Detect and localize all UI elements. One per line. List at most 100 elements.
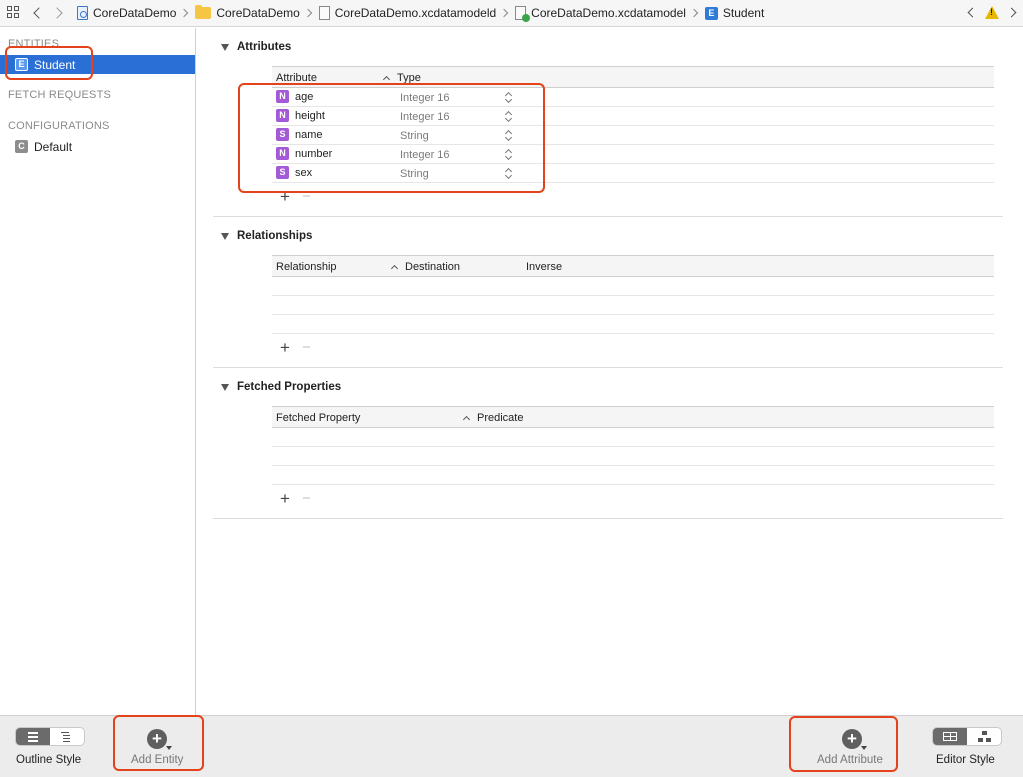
sidebar-item-default[interactable]: C Default: [0, 137, 195, 156]
relationships-table: Relationship Destination Inverse: [272, 255, 994, 334]
fetched-properties-table: Fetched Property Predicate: [272, 406, 994, 485]
attribute-type[interactable]: Integer 16: [400, 92, 450, 104]
remove-attribute-minus-icon[interactable]: −: [302, 189, 311, 204]
attributes-table: Attribute Type Nage Integer 16 Nheight I…: [272, 66, 994, 183]
section-divider: [213, 367, 1003, 368]
breadcrumb-model-bundle[interactable]: CoreDataDemo.xcdatamodeld: [318, 6, 509, 20]
forward-arrow-icon[interactable]: [53, 6, 65, 20]
back-arrow-icon[interactable]: [31, 6, 43, 20]
column-header-fetched-property[interactable]: Fetched Property: [276, 412, 360, 424]
add-fetched-property-plus-icon[interactable]: +: [280, 490, 290, 507]
configuration-icon: C: [15, 140, 28, 153]
outline-sidebar: ENTITIES E Student FETCH REQUESTS CONFIG…: [0, 28, 196, 715]
type-popup-stepper-icon[interactable]: [504, 128, 514, 142]
column-header-attribute[interactable]: Attribute: [276, 72, 317, 84]
sort-ascending-icon: [382, 75, 391, 84]
section-divider: [213, 216, 1003, 217]
entities-header: ENTITIES: [8, 38, 60, 50]
sidebar-item-student[interactable]: E Student: [0, 55, 195, 74]
attribute-name[interactable]: height: [295, 110, 325, 122]
breadcrumb-label: CoreDataDemo: [93, 6, 177, 20]
add-entity-plus-icon[interactable]: +: [147, 729, 172, 750]
add-entity-label[interactable]: Add Entity: [131, 754, 183, 766]
section-title: Relationships: [237, 230, 313, 242]
previous-issue-icon[interactable]: [967, 7, 978, 18]
remove-relationship-minus-icon[interactable]: −: [302, 340, 311, 355]
sidebar-item-label: Student: [34, 57, 76, 72]
type-popup-stepper-icon[interactable]: [504, 90, 514, 104]
section-title: Fetched Properties: [237, 381, 342, 393]
section-divider: [213, 518, 1003, 519]
warning-icon[interactable]: [985, 6, 999, 19]
breadcrumb-folder[interactable]: CoreDataDemo: [195, 5, 312, 20]
disclosure-triangle-icon: [221, 383, 229, 391]
table-row-empty: [272, 315, 994, 334]
fetched-properties-disclosure[interactable]: Fetched Properties: [221, 381, 341, 393]
relationships-disclosure[interactable]: Relationships: [221, 230, 312, 242]
model-editor: Attributes Attribute Type Nage Integer 1…: [197, 28, 1023, 715]
breadcrumb-model-file[interactable]: CoreDataDemo.xcdatamodel: [515, 6, 699, 22]
attribute-name[interactable]: sex: [295, 167, 312, 179]
next-issue-icon[interactable]: [1006, 7, 1017, 18]
column-header-relationship[interactable]: Relationship: [276, 261, 337, 273]
type-popup-stepper-icon[interactable]: [504, 109, 514, 123]
editor-style-graph-icon[interactable]: [967, 728, 1001, 745]
column-header-predicate[interactable]: Predicate: [462, 412, 524, 424]
column-header-label: Type: [397, 72, 421, 84]
type-popup-stepper-icon[interactable]: [504, 147, 514, 161]
entity-icon: E: [15, 58, 28, 71]
related-items-grid-icon[interactable]: [7, 6, 21, 20]
attribute-type[interactable]: Integer 16: [400, 111, 450, 123]
add-attribute-plus-icon[interactable]: +: [280, 188, 290, 205]
attribute-type[interactable]: String: [400, 130, 429, 142]
breadcrumb-project[interactable]: CoreDataDemo: [77, 6, 189, 20]
breadcrumb-entity[interactable]: E Student: [704, 6, 765, 20]
attribute-name[interactable]: number: [295, 148, 332, 160]
column-header-destination[interactable]: Destination: [390, 261, 460, 273]
attribute-type[interactable]: Integer 16: [400, 149, 450, 161]
relationship-add-remove: + −: [280, 339, 311, 356]
attribute-name[interactable]: name: [295, 129, 323, 141]
column-header-type[interactable]: Type: [382, 72, 421, 84]
fetch-requests-header: FETCH REQUESTS: [8, 89, 112, 101]
breadcrumb-label: CoreDataDemo.xcdatamodeld: [334, 6, 497, 20]
column-header-label: Predicate: [477, 412, 524, 424]
outline-style-list-icon[interactable]: [16, 728, 50, 745]
breadcrumb-separator-icon: [499, 8, 509, 18]
add-attribute-label[interactable]: Add Attribute: [817, 754, 883, 766]
number-type-icon: N: [276, 90, 289, 103]
table-row-empty: [272, 428, 994, 447]
add-relationship-plus-icon[interactable]: +: [280, 339, 290, 356]
disclosure-triangle-icon: [221, 232, 229, 240]
table-row-empty: [272, 277, 994, 296]
sidebar-item-label: Default: [34, 139, 73, 154]
attributes-disclosure[interactable]: Attributes: [221, 41, 291, 53]
breadcrumb-label: Student: [722, 6, 765, 20]
attribute-name[interactable]: age: [295, 91, 313, 103]
outline-style-hierarchy-icon[interactable]: [50, 728, 84, 745]
entity-icon: E: [704, 6, 718, 20]
number-type-icon: N: [276, 109, 289, 122]
table-row-empty: [272, 466, 994, 485]
attribute-type[interactable]: String: [400, 168, 429, 180]
table-row[interactable]: Ssex String: [272, 164, 994, 183]
string-type-icon: S: [276, 166, 289, 179]
table-row[interactable]: Sname String: [272, 126, 994, 145]
outline-style-label: Outline Style: [16, 754, 82, 766]
editor-style-table-icon[interactable]: [933, 728, 967, 745]
editor-bottom-bar: Outline Style + Add Entity + Add Attribu…: [0, 715, 1023, 777]
editor-style-label: Editor Style: [936, 754, 995, 766]
configurations-header: CONFIGURATIONS: [8, 120, 110, 132]
table-header: Fetched Property Predicate: [272, 406, 994, 428]
breadcrumb-separator-icon: [303, 8, 312, 18]
folder-icon: [195, 5, 212, 19]
column-header-inverse[interactable]: Inverse: [526, 261, 562, 273]
attribute-add-remove: + −: [280, 188, 311, 205]
table-row[interactable]: Nheight Integer 16: [272, 107, 994, 126]
remove-fetched-property-minus-icon[interactable]: −: [302, 491, 311, 506]
add-attribute-plus-icon[interactable]: +: [842, 729, 867, 750]
table-row[interactable]: Nnumber Integer 16: [272, 145, 994, 164]
breadcrumb-separator-icon: [180, 8, 189, 18]
type-popup-stepper-icon[interactable]: [504, 166, 514, 180]
table-row[interactable]: Nage Integer 16: [272, 88, 994, 107]
